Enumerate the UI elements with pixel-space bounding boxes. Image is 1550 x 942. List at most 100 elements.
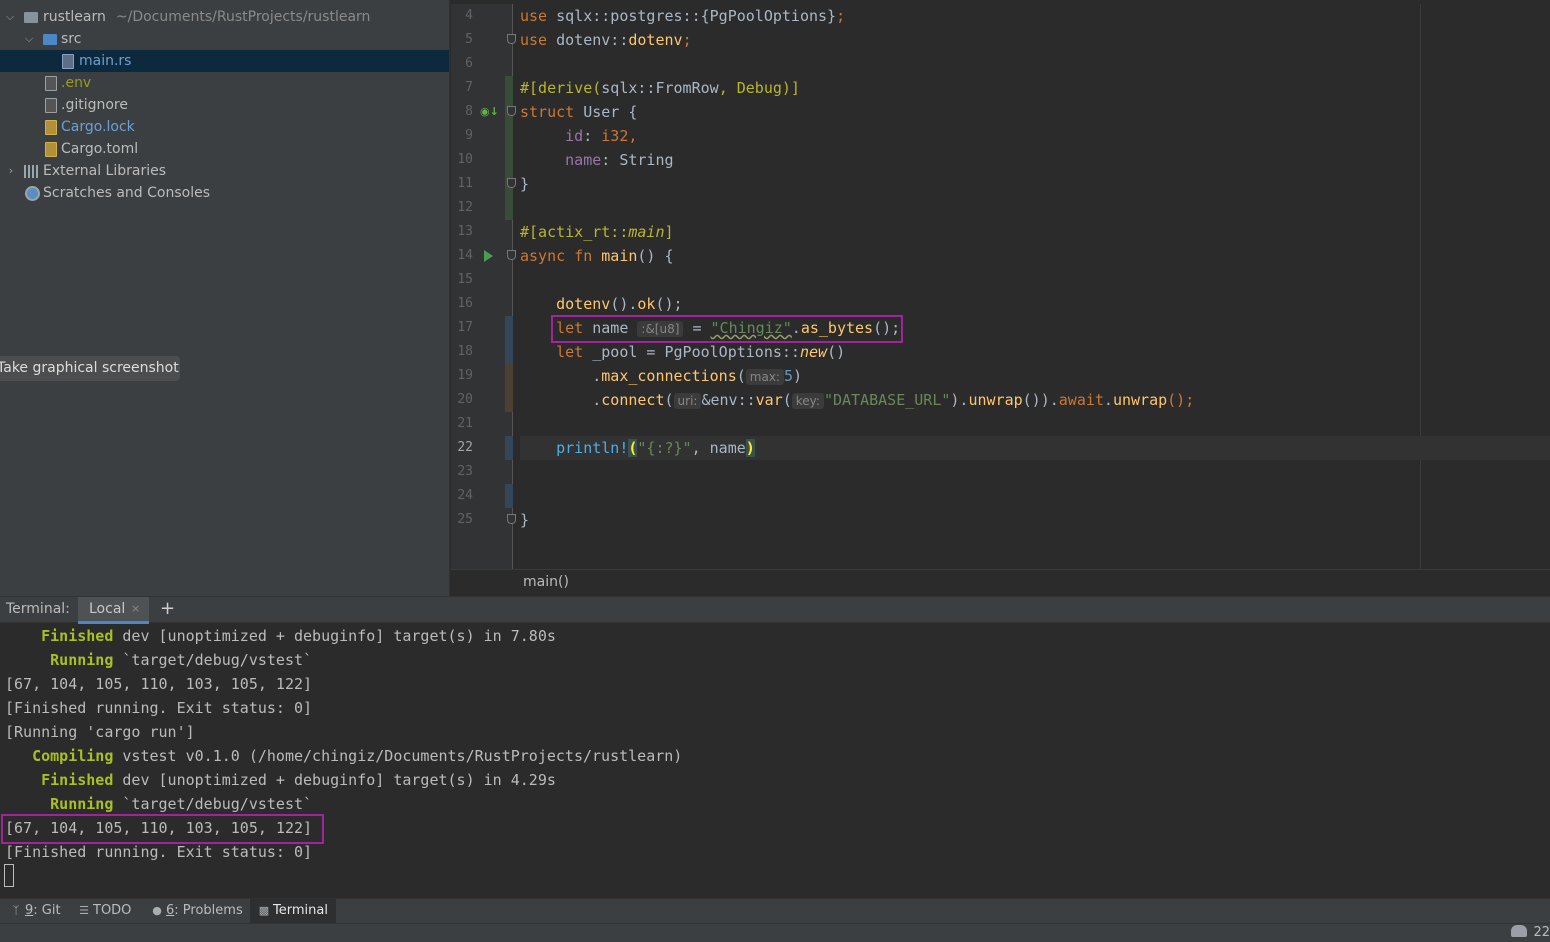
project-path: ~/Documents/RustProjects/rustlearn (115, 9, 371, 25)
terminal-line: Finished dev [unoptimized + debuginfo] t… (5, 771, 556, 789)
right-margin-guide (1420, 4, 1421, 569)
tree-item-gitignore[interactable]: .gitignore (0, 94, 449, 116)
vcs-modified-marker[interactable] (505, 316, 513, 364)
project-name: rustlearn (43, 9, 106, 25)
breadcrumb[interactable]: main() (523, 574, 569, 590)
code-line-16: dotenv().ok(); (556, 295, 683, 313)
code-line-19: .max_connections(max: 5) (592, 367, 803, 385)
fold-icon[interactable] (507, 514, 516, 524)
close-icon[interactable]: × (131, 602, 140, 615)
tree-label: src (61, 31, 82, 47)
tree-item-cargo-toml[interactable]: Cargo.toml (0, 138, 449, 160)
code-line-5: use dotenv::dotenv; (520, 31, 692, 49)
run-icon[interactable] (484, 250, 493, 262)
status-bar: 22 (0, 923, 1550, 942)
line-number: 11 (457, 176, 473, 191)
param-hint: key: (791, 393, 824, 409)
fold-icon[interactable] (507, 106, 516, 116)
param-hint: max: (745, 369, 784, 385)
tree-item-scratches[interactable]: Scratches and Consoles (0, 182, 449, 204)
vcs-added-marker[interactable] (505, 76, 513, 220)
tree-label: Cargo.lock (61, 119, 135, 135)
todo-tool-button[interactable]: ☰ TODO (70, 899, 139, 923)
terminal-line: [Finished running. Exit status: 0] (5, 699, 313, 717)
git-icon: ᛉ (12, 904, 20, 917)
tree-item-env[interactable]: .env (0, 72, 449, 94)
fold-icon[interactable] (507, 250, 516, 260)
implemented-icon[interactable]: ◉↓ (480, 105, 499, 118)
line-number: 23 (457, 464, 473, 479)
fold-icon[interactable] (507, 34, 516, 44)
line-number-current: 22 (457, 440, 473, 455)
folder-icon (24, 12, 38, 23)
plus-icon[interactable]: + (160, 598, 175, 619)
cargo-file-icon (45, 142, 57, 157)
line-number: 4 (465, 8, 473, 23)
line-number: 21 (457, 416, 473, 431)
highlight-box (551, 315, 903, 343)
line-number: 8 (465, 104, 473, 119)
scratches-icon (25, 186, 40, 201)
breadcrumb-bar: main() (451, 569, 1550, 596)
code-line-22: println!("{:?}", name) (520, 436, 1550, 460)
vcs-modified-marker[interactable] (505, 484, 513, 508)
editor-gutter[interactable]: 4 5 6 7 8 9 10 11 12 13 14 15 16 17 18 1… (451, 4, 516, 569)
chevron-right-icon[interactable]: › (5, 160, 17, 182)
terminal-line: Running `target/debug/vstest` (5, 651, 313, 669)
code-line-18: let _pool = PgPoolOptions::new() (556, 343, 846, 361)
code-line-11: } (520, 175, 530, 193)
project-tool-window: ⌵ rustlearn ~/Documents/RustProjects/rust… (0, 0, 450, 596)
terminal-line: Running `target/debug/vstest` (5, 795, 313, 813)
code-line-13: #[actix_rt::main] (520, 223, 674, 241)
tree-label: External Libraries (43, 163, 166, 179)
tree-label: main.rs (79, 53, 132, 69)
tree-label: Scratches and Consoles (43, 185, 210, 201)
file-icon (45, 76, 57, 91)
line-number: 12 (457, 200, 473, 215)
git-tool-button[interactable]: ᛉ 9: Git (2, 899, 69, 923)
vcs-modified-marker[interactable] (505, 364, 513, 412)
code-editor[interactable]: 4 5 6 7 8 9 10 11 12 13 14 15 16 17 18 1… (451, 0, 1550, 596)
terminal-cursor[interactable] (4, 864, 14, 887)
vcs-modified-marker[interactable] (505, 436, 513, 460)
tree-item-external-libraries[interactable]: › External Libraries (0, 160, 449, 182)
fold-icon[interactable] (507, 178, 516, 188)
code-line-20: .connect(uri: &env::var(key: "DATABASE_URL… (592, 391, 1195, 409)
tree-label: .gitignore (61, 97, 128, 113)
code-line-10: name: String (565, 151, 674, 169)
libraries-icon (24, 165, 40, 178)
line-number: 25 (457, 512, 473, 527)
line-number: 14 (457, 248, 473, 263)
line-number: 9 (465, 128, 473, 143)
terminal-line: Finished dev [unoptimized + debuginfo] t… (5, 627, 556, 645)
terminal-output[interactable]: Finished dev [unoptimized + debuginfo] t… (0, 624, 1550, 898)
line-number: 20 (457, 392, 473, 407)
rust-file-icon (62, 54, 74, 69)
tree-label: Cargo.toml (61, 141, 139, 157)
event-log-icon[interactable] (1511, 925, 1528, 937)
highlight-box (1, 814, 324, 844)
tree-item-rustlearn[interactable]: ⌵ rustlearn ~/Documents/RustProjects/rust… (0, 6, 449, 28)
terminal-line: [67, 104, 105, 110, 103, 105, 122] (5, 675, 313, 693)
terminal-tool-button[interactable]: ▩ Terminal (250, 899, 336, 923)
line-number: 17 (457, 320, 473, 335)
line-number: 15 (457, 272, 473, 287)
line-number: 16 (457, 296, 473, 311)
tree-item-main-rs[interactable]: main.rs (0, 50, 449, 72)
code-line-25: } (520, 511, 530, 529)
tree-item-cargo-lock[interactable]: Cargo.lock (0, 116, 449, 138)
terminal-line: Compiling vstest v0.1.0 (/home/chingiz/D… (5, 747, 683, 765)
line-number: 24 (457, 488, 473, 503)
chevron-down-icon[interactable]: ⌵ (4, 6, 16, 28)
status-position[interactable]: 22 (1533, 925, 1550, 940)
list-icon: ☰ (79, 904, 89, 917)
problems-tool-button[interactable]: ● 6: Problems (143, 899, 251, 923)
tree-item-src[interactable]: ⌵ src (0, 28, 449, 50)
terminal-label: Terminal: (6, 601, 70, 617)
line-number: 10 (457, 152, 473, 167)
screenshot-tooltip: Take graphical screenshot (0, 356, 180, 381)
chevron-down-icon[interactable]: ⌵ (23, 28, 35, 50)
tab-local[interactable]: Local × (78, 597, 149, 624)
code-line-14: async fn main() { (520, 247, 674, 265)
code-line-9: id: i32, (565, 127, 638, 145)
